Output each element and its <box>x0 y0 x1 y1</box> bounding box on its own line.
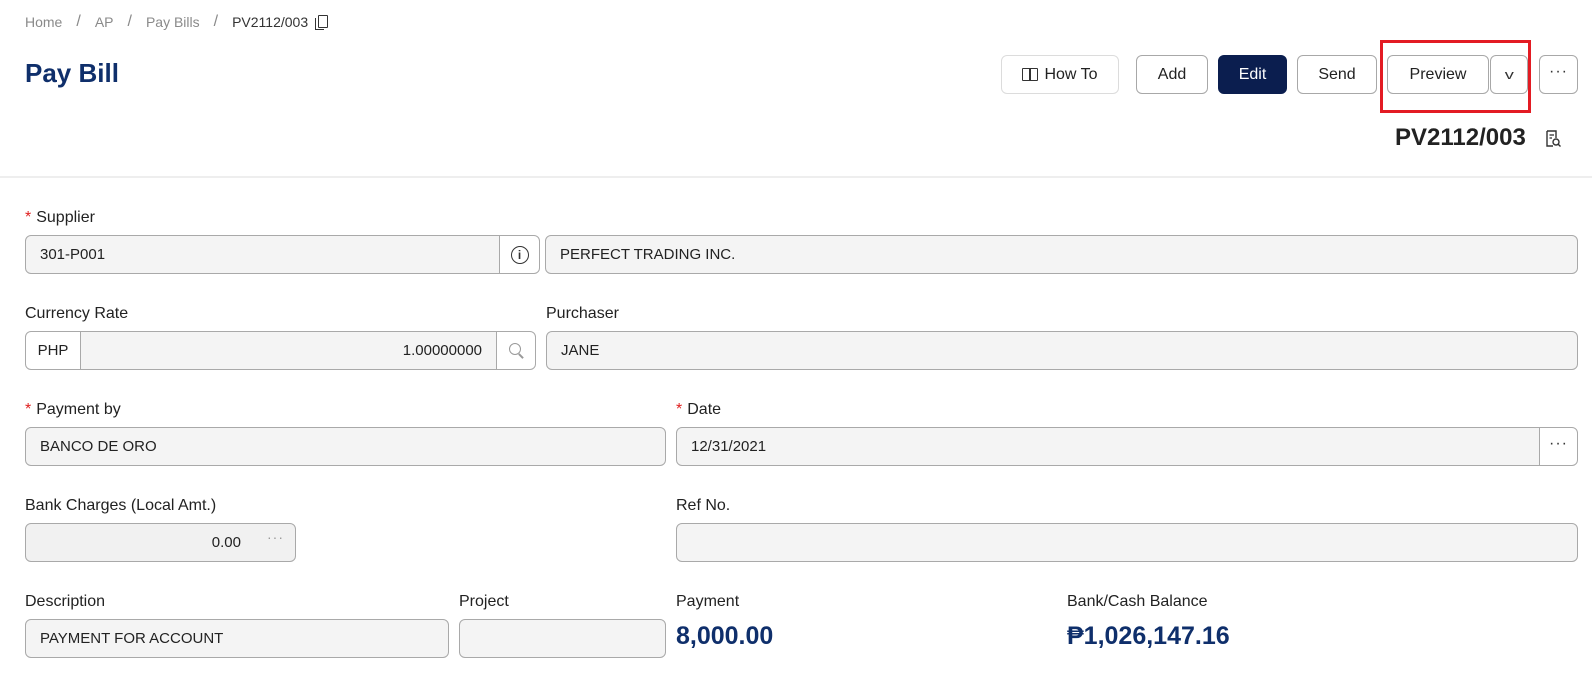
breadcrumb-separator: / <box>127 13 132 30</box>
payment-label: Payment <box>676 593 740 610</box>
currency-rate-search-button[interactable] <box>496 331 536 370</box>
highlight-box <box>1380 40 1531 113</box>
supplier-code-input[interactable]: 301-P001 <box>25 235 500 274</box>
date-picker-button[interactable]: ··· <box>1539 427 1578 466</box>
payment-by-label-text: Payment by <box>36 401 121 418</box>
bank-charges-input[interactable]: 0.00 <box>25 523 296 562</box>
breadcrumb-ap[interactable]: AP <box>95 14 114 30</box>
copy-icon[interactable] <box>315 15 329 30</box>
page-title: Pay Bill <box>25 58 119 88</box>
purchaser-input[interactable]: JANE <box>546 331 1578 370</box>
required-mark: * <box>25 209 32 226</box>
description-input[interactable]: PAYMENT FOR ACCOUNT <box>25 619 449 658</box>
supplier-label: * Supplier <box>25 209 95 227</box>
more-icon: ··· <box>1549 434 1568 452</box>
breadcrumb: Home / AP / Pay Bills / PV2112/003 <box>25 13 329 31</box>
bank-charges-more-icon[interactable]: ··· <box>267 529 284 545</box>
purchaser-label: Purchaser <box>546 305 619 322</box>
bank-charges-value: 0.00 <box>211 534 241 551</box>
breadcrumb-separator: / <box>213 13 219 30</box>
more-actions-button[interactable]: ··· <box>1539 55 1578 94</box>
ref-no-label: Ref No. <box>676 497 731 514</box>
currency-code: PHP <box>25 331 81 370</box>
project-input[interactable] <box>459 619 666 658</box>
breadcrumb-current: PV2112/003 <box>232 14 309 30</box>
supplier-name-field: PERFECT TRADING INC. <box>545 235 1578 274</box>
project-label: Project <box>459 593 509 610</box>
send-button[interactable]: Send <box>1297 55 1377 94</box>
required-mark: * <box>676 401 683 418</box>
currency-rate-label: Currency Rate <box>25 305 129 322</box>
search-icon <box>508 343 524 358</box>
bank-cash-balance-label: Bank/Cash Balance <box>1067 593 1208 610</box>
document-search-icon[interactable] <box>1545 130 1561 148</box>
how-to-button[interactable]: How To <box>1001 55 1119 94</box>
how-to-label: How To <box>1044 65 1098 83</box>
book-icon <box>1022 68 1039 81</box>
more-icon: ··· <box>1549 62 1568 80</box>
document-number: PV2112/003 <box>1395 124 1526 151</box>
breadcrumb-home[interactable]: Home <box>25 14 62 30</box>
breadcrumb-separator: / <box>76 13 81 30</box>
bank-cash-balance-amount: ₱1,026,147.16 <box>1067 622 1230 650</box>
header-divider <box>0 176 1592 178</box>
date-label: * Date <box>676 401 721 419</box>
breadcrumb-pay-bills[interactable]: Pay Bills <box>146 14 200 30</box>
info-icon: i <box>510 245 529 264</box>
date-label-text: Date <box>687 401 722 418</box>
payment-amount: 8,000.00 <box>676 622 774 650</box>
add-button[interactable]: Add <box>1136 55 1208 94</box>
payment-by-label: * Payment by <box>25 401 121 419</box>
required-mark: * <box>25 401 32 418</box>
bank-charges-label: Bank Charges (Local Amt.) <box>25 497 217 514</box>
payment-by-input[interactable]: BANCO DE ORO <box>25 427 666 466</box>
ref-no-input[interactable] <box>676 523 1578 562</box>
supplier-info-button[interactable]: i <box>499 235 540 274</box>
description-label: Description <box>25 593 106 610</box>
date-input[interactable]: 12/31/2021 <box>676 427 1540 466</box>
edit-button[interactable]: Edit <box>1218 55 1287 94</box>
supplier-label-text: Supplier <box>36 209 95 226</box>
currency-rate-input[interactable]: 1.00000000 <box>80 331 497 370</box>
